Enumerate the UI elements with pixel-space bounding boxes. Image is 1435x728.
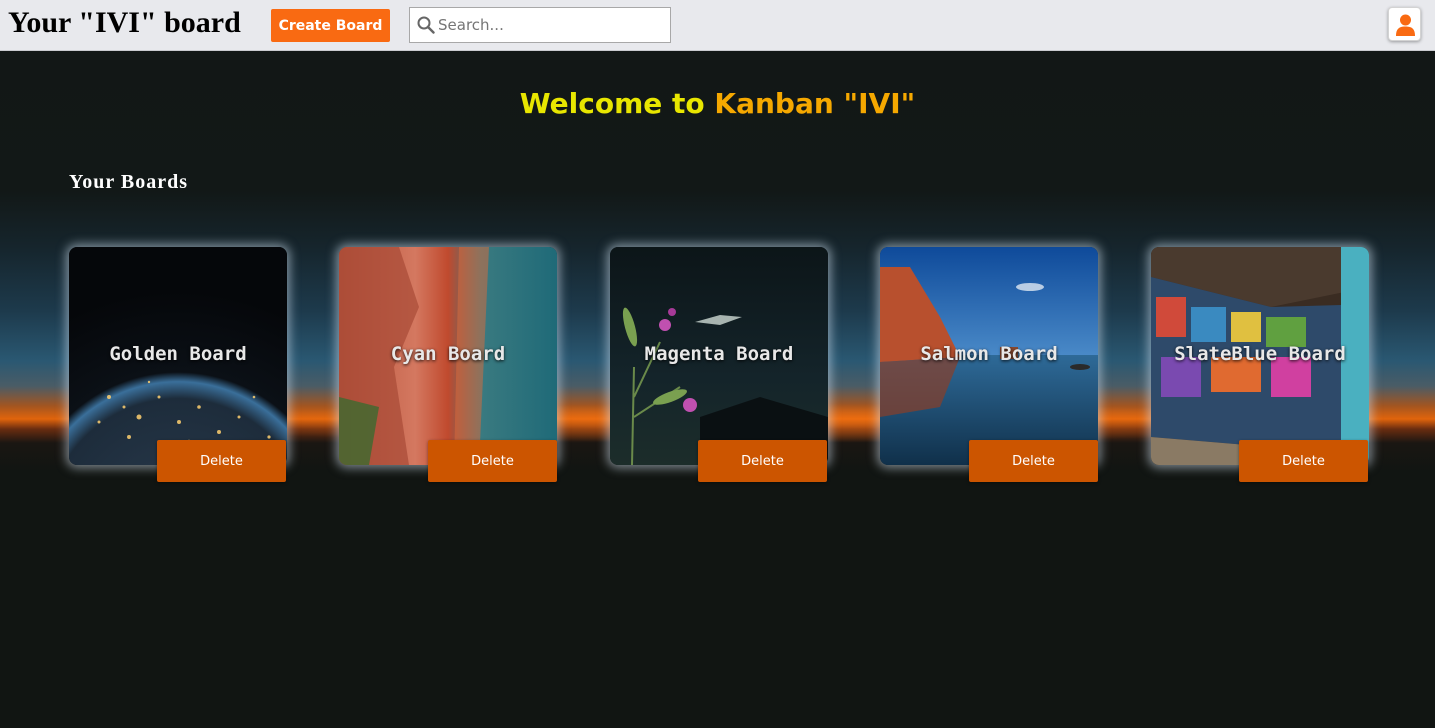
board-name: Magenta Board: [644, 343, 794, 365]
board-name: SlateBlue Board: [1174, 343, 1346, 365]
create-board-button[interactable]: Create Board: [271, 9, 390, 42]
delete-button[interactable]: Delete: [428, 440, 557, 482]
top-bar: Your "IVI" board Create Board: [0, 0, 1435, 51]
delete-button[interactable]: Delete: [1239, 440, 1368, 482]
board-name: Salmon Board: [920, 343, 1058, 365]
board-card-magenta[interactable]: Magenta Board: [610, 247, 828, 465]
board-card-cyan[interactable]: Cyan Board: [339, 247, 557, 465]
board-name: Cyan Board: [390, 343, 506, 365]
delete-button[interactable]: Delete: [698, 440, 827, 482]
app-title: Your "IVI" board: [8, 6, 241, 39]
welcome-highlight: Kanban "IVI": [714, 87, 916, 120]
user-icon: [1396, 14, 1415, 36]
profile-button[interactable]: [1388, 7, 1421, 41]
section-title: Your Boards: [69, 171, 188, 193]
welcome-heading: Welcome to Kanban "IVI": [0, 87, 1435, 120]
delete-button[interactable]: Delete: [969, 440, 1098, 482]
board-card-slateblue[interactable]: SlateBlue Board: [1151, 247, 1369, 465]
search-box[interactable]: [409, 7, 671, 43]
delete-button[interactable]: Delete: [157, 440, 286, 482]
board-card-golden[interactable]: Golden Board: [69, 247, 287, 465]
main-area: Welcome to Kanban "IVI" Your Boards Gold…: [0, 51, 1435, 728]
search-input[interactable]: [438, 8, 668, 42]
search-icon: [417, 16, 435, 34]
board-card-salmon[interactable]: Salmon Board: [880, 247, 1098, 465]
welcome-prefix: Welcome to: [519, 87, 715, 120]
board-name: Golden Board: [109, 343, 247, 365]
